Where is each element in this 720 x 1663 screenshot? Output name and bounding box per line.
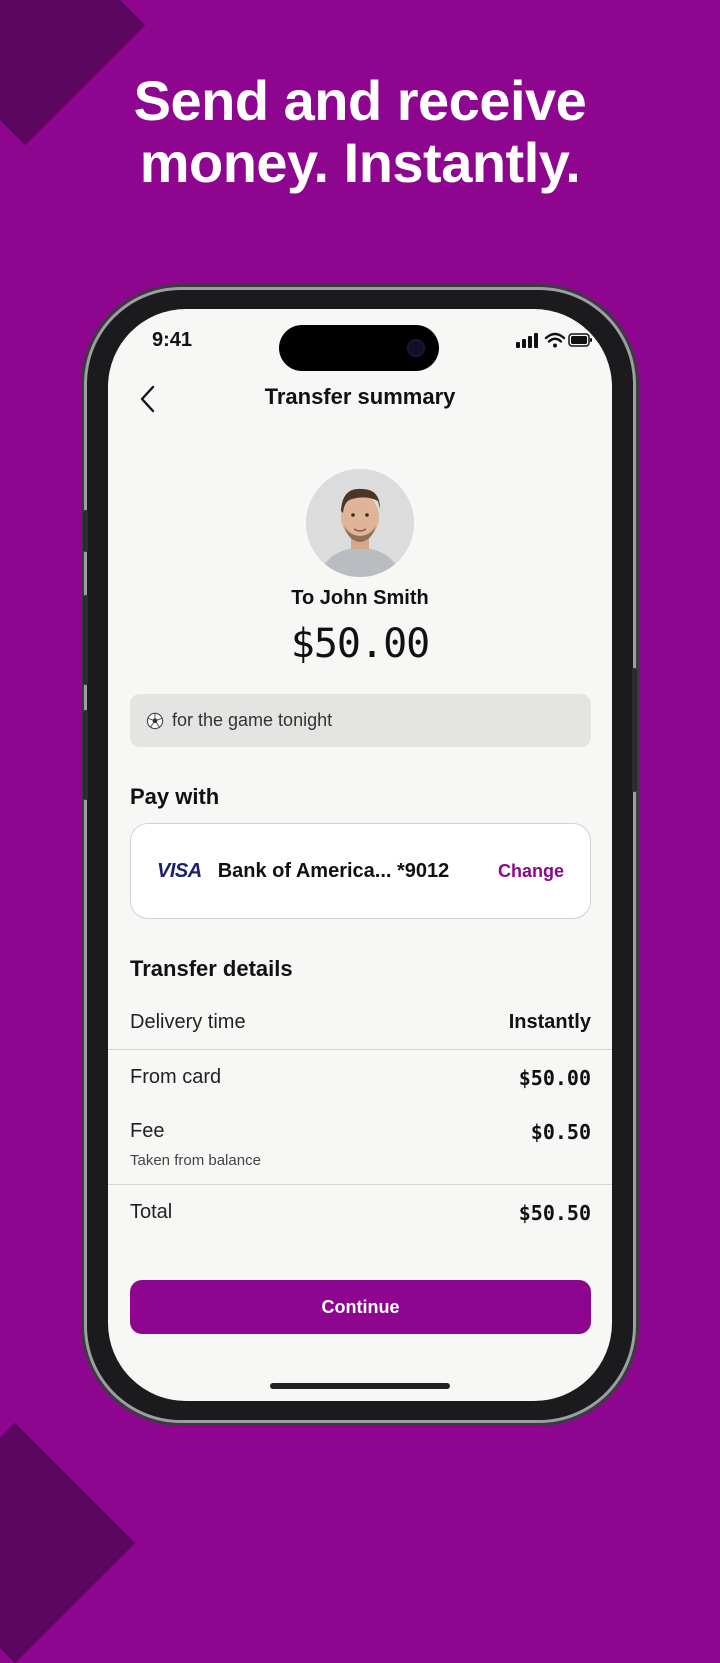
fee-value: $0.50 [530, 1120, 591, 1144]
fee-label: Fee [130, 1120, 165, 1142]
transfer-details-title: Transfer details [130, 956, 293, 981]
battery-icon [568, 333, 592, 347]
page-title: Transfer summary [264, 384, 456, 409]
fee-row: Fee $0.50 [130, 1120, 591, 1144]
continue-button[interactable]: Continue [130, 1280, 591, 1334]
delivery-time-row: Delivery time Instantly [130, 1011, 591, 1034]
total-row: Total $50.50 [130, 1201, 591, 1225]
recipient-name: To John Smith [291, 587, 429, 609]
delivery-time-label: Delivery time [130, 1011, 246, 1033]
wifi-icon [544, 332, 566, 348]
phone-screen: 9:41 Transfer summary To John Smith $50.… [108, 309, 612, 1401]
transfer-amount: $50.00 [290, 621, 431, 667]
note-text: for the game tonight [172, 710, 333, 730]
divider [108, 1049, 612, 1050]
delivery-time-value: Instantly [508, 1011, 591, 1033]
change-payment-button[interactable]: Change [498, 861, 564, 882]
divider [108, 1184, 612, 1185]
recipient-avatar [306, 469, 414, 577]
fee-note: Taken from balance [130, 1152, 261, 1169]
payment-method-card[interactable]: VISA Bank of America... *9012 Change [130, 823, 591, 919]
status-icons [516, 332, 592, 348]
note-field[interactable]: for the game tonight [130, 694, 591, 747]
camera-icon [407, 339, 425, 357]
decorative-corner [0, 1422, 136, 1663]
cellular-signal-icon [516, 333, 538, 348]
phone-volume-down-button [83, 710, 88, 800]
dynamic-island [279, 325, 439, 371]
from-card-label: From card [130, 1066, 222, 1088]
phone-volume-up-button [83, 595, 88, 685]
promo-headline: Send and receive money. Instantly. [0, 70, 720, 194]
headline-line-1: Send and receive [133, 69, 587, 132]
avatar-photo [306, 469, 414, 577]
home-indicator [270, 1383, 450, 1389]
phone-side-button [83, 510, 88, 552]
from-card-value: $50.00 [518, 1066, 591, 1090]
visa-logo: VISA [157, 859, 202, 882]
from-card-row: From card $50.00 [130, 1066, 591, 1090]
pay-with-title: Pay with [130, 784, 220, 809]
total-value: $50.50 [518, 1201, 591, 1225]
card-label: Bank of America... *9012 [217, 859, 450, 882]
total-label: Total [130, 1201, 173, 1223]
status-time: 9:41 [152, 329, 193, 351]
headline-line-2: money. Instantly. [139, 131, 581, 194]
soccer-ball-icon [146, 712, 164, 729]
phone-power-button [632, 668, 637, 792]
